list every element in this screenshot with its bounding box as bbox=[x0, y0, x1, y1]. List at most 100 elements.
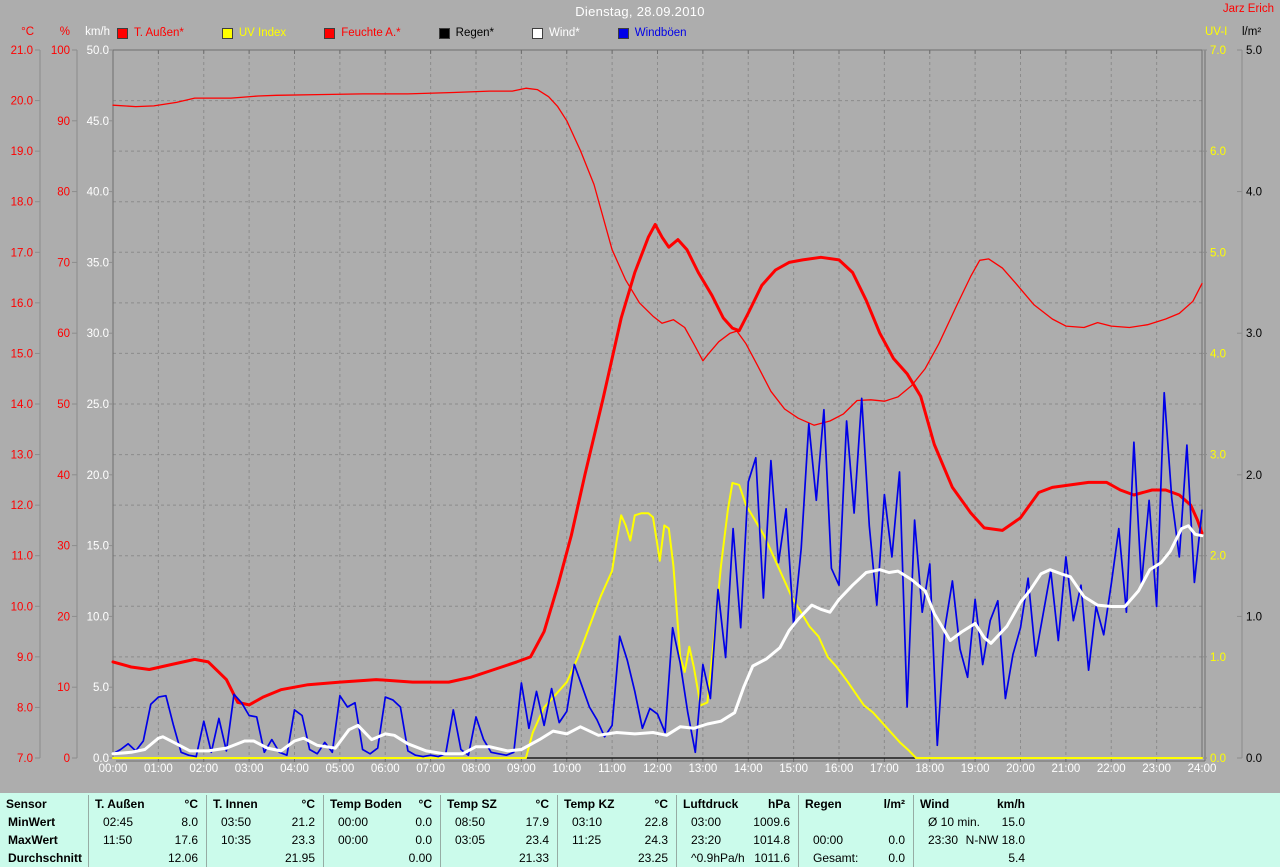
table-cell: 10:35 23.3 bbox=[206, 831, 323, 849]
table-row-label: Sensor bbox=[6, 797, 47, 811]
table-cell-value: 24.3 bbox=[644, 833, 668, 847]
axis-wind-tick: 10.0 bbox=[87, 611, 109, 623]
legend: T. Außen* UV Index Feuchte A.* Regen* Wind* W… bbox=[117, 27, 687, 39]
axis-temp-tick: 20.0 bbox=[11, 96, 33, 108]
table-cell: 5.4 bbox=[913, 849, 1033, 867]
table-cell-value: 12.06 bbox=[167, 851, 198, 865]
axis-rain-tick: 3.0 bbox=[1246, 328, 1262, 340]
axis-uv-tick: 5.0 bbox=[1210, 247, 1226, 259]
axis-temp-tick: 8.0 bbox=[17, 702, 33, 714]
table-cell-value: 0.0 bbox=[888, 851, 905, 865]
table-cell-value: 0.0 bbox=[888, 833, 905, 847]
x-axis-tick: 04:00 bbox=[280, 763, 309, 775]
table-cell-time: Ø 10 min. bbox=[928, 815, 981, 829]
axis-temp-tick: 7.0 bbox=[17, 753, 33, 765]
x-axis-tick: 10:00 bbox=[552, 763, 581, 775]
axis-humidity-tick: 60 bbox=[57, 328, 70, 340]
table-cell-time: 00:00 bbox=[813, 833, 844, 847]
table-row-label: Durchschnitt bbox=[8, 851, 83, 865]
table-cell-value: 15.0 bbox=[1001, 815, 1025, 829]
table-cell: 00:00 0.0 bbox=[323, 831, 440, 849]
table-header-regen: Regen l/m² bbox=[798, 795, 913, 813]
legend-item-2: Feuchte A.* bbox=[324, 27, 401, 39]
table-cell-time: 11:50 bbox=[103, 833, 133, 847]
table-cell-value: °C bbox=[654, 797, 668, 811]
table-header-t-au-en: T. Außen °C bbox=[88, 795, 206, 813]
table-cell: 00:00 0.0 bbox=[323, 813, 440, 831]
table-header-temp-sz: Temp SZ °C bbox=[440, 795, 557, 813]
table-cell-time: Temp SZ bbox=[447, 797, 497, 811]
table-header-temp-boden: Temp Boden °C bbox=[323, 795, 440, 813]
table-cell: 00:00 0.0 bbox=[798, 831, 913, 849]
legend-label: T. Außen* bbox=[134, 27, 184, 39]
legend-color-chip bbox=[532, 27, 544, 39]
table-cell-time: Wind bbox=[920, 797, 950, 811]
table-cell-time: Regen bbox=[805, 797, 842, 811]
table-cell: 21.33 bbox=[440, 849, 557, 867]
x-axis-tick: 00:00 bbox=[99, 763, 128, 775]
axis-uv-tick: 1.0 bbox=[1210, 652, 1226, 664]
table-cell-value: 5.4 bbox=[1008, 851, 1025, 865]
table-cell: 23:20 1014.8 bbox=[676, 831, 798, 849]
table-cell-time: 03:50 bbox=[221, 815, 252, 829]
axis-wind-tick: 40.0 bbox=[87, 187, 109, 199]
axis-wind-tick: 50.0 bbox=[87, 45, 109, 57]
axis-wind-tick: 20.0 bbox=[87, 470, 109, 482]
table-cell-time: Temp KZ bbox=[564, 797, 615, 811]
x-axis-tick: 05:00 bbox=[325, 763, 354, 775]
weather-chart: 7.0 8.0 9.0 10.0 11.0 12.0 13.0 14.0 15.0 16.0 17.… bbox=[11, 45, 1262, 775]
table-header-wind: Wind km/h bbox=[913, 795, 1033, 813]
table-cell-value: 17.6 bbox=[174, 833, 198, 847]
table-cell-value: °C bbox=[535, 797, 549, 811]
axis-wind-tick: 15.0 bbox=[87, 541, 109, 553]
table-cell-value: hPa bbox=[767, 797, 790, 811]
table-cell-value: 21.95 bbox=[284, 851, 315, 865]
axis-unit-wind: km/h bbox=[85, 26, 110, 38]
axis-temp-tick: 18.0 bbox=[11, 197, 33, 209]
table-cell-time: T. Außen bbox=[95, 797, 145, 811]
legend-label: Regen* bbox=[455, 27, 495, 39]
x-axis-tick: 07:00 bbox=[416, 763, 445, 775]
legend-label: Windböen bbox=[634, 27, 687, 39]
legend-color-chip bbox=[617, 27, 629, 39]
axis-humidity-tick: 90 bbox=[57, 116, 70, 128]
table-cell: ^0.9hPa/h 1011.6 bbox=[676, 849, 798, 867]
table-cell-value: 1011.6 bbox=[754, 851, 790, 865]
table-cell: 23:30 N-NW 18.0 bbox=[913, 831, 1033, 849]
axis-humidity-tick: 70 bbox=[57, 257, 70, 269]
table-cell-value: 1014.8 bbox=[753, 833, 790, 847]
legend-color-chip bbox=[438, 27, 450, 39]
table-cell-value: 0.00 bbox=[408, 851, 432, 865]
axis-rain-tick: 4.0 bbox=[1246, 187, 1262, 199]
table-cell: 12.06 bbox=[88, 849, 206, 867]
axis-unit-humidity: % bbox=[59, 26, 70, 38]
axis-humidity-tick: 80 bbox=[57, 187, 70, 199]
axis-temp-tick: 14.0 bbox=[11, 399, 33, 411]
axis-uv-tick: 2.0 bbox=[1210, 551, 1226, 563]
table-cell-value: °C bbox=[301, 797, 315, 811]
table-header-t-innen: T. Innen °C bbox=[206, 795, 323, 813]
legend-label: UV Index bbox=[238, 27, 287, 39]
legend-item-0: T. Außen* bbox=[117, 27, 184, 39]
table-cell: 03:50 21.2 bbox=[206, 813, 323, 831]
legend-label: Feuchte A.* bbox=[341, 27, 401, 39]
axis-humidity-tick: 30 bbox=[57, 541, 70, 553]
table-cell-time: 00:00 bbox=[338, 815, 369, 829]
table-cell: 02:45 8.0 bbox=[88, 813, 206, 831]
table-cell: 03:00 1009.6 bbox=[676, 813, 798, 831]
table-cell-time: 00:00 bbox=[338, 833, 369, 847]
table-cell-value: 23.3 bbox=[291, 833, 315, 847]
x-axis-tick: 13:00 bbox=[688, 763, 717, 775]
table-cell-time: 03:10 bbox=[572, 815, 603, 829]
table-cell-value: 17.9 bbox=[525, 815, 549, 829]
axis-rain: 0.0 1.0 2.0 3.0 4.0 5.0 bbox=[1237, 45, 1262, 765]
table-cell-value: 21.33 bbox=[518, 851, 549, 865]
table-cell-time: Luftdruck bbox=[683, 797, 739, 811]
table-cell-time: 23:20 bbox=[691, 833, 722, 847]
x-axis-tick: 16:00 bbox=[825, 763, 854, 775]
table-row-label: MaxWert bbox=[8, 833, 58, 847]
axis-rain-tick: 5.0 bbox=[1246, 45, 1262, 57]
table-filler bbox=[1033, 795, 1280, 813]
x-axis-tick: 23:00 bbox=[1142, 763, 1171, 775]
axis-temp-tick: 10.0 bbox=[11, 601, 33, 613]
